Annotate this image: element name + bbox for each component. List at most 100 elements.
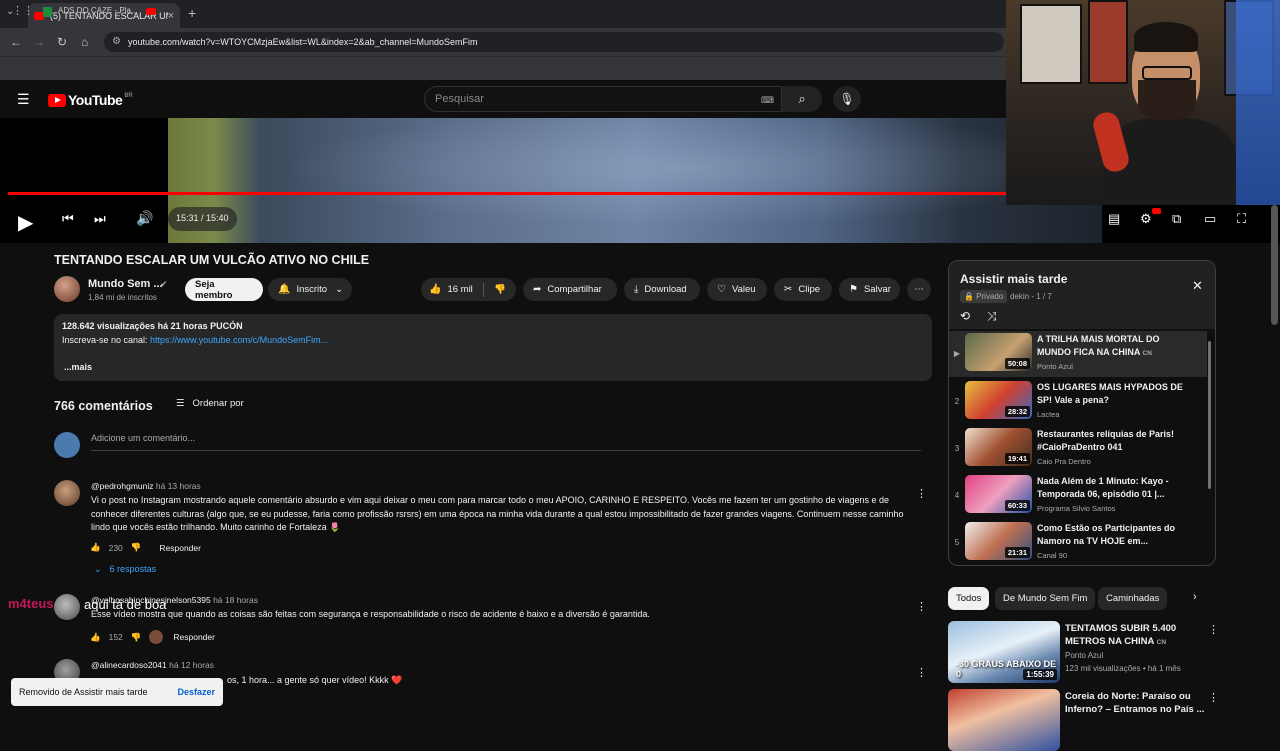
comment-actions: 👍 230 👎 Responder	[90, 542, 209, 553]
recommendation-thumbnail[interactable]	[948, 689, 1060, 751]
comment-avatar[interactable]	[54, 594, 80, 620]
play-icon[interactable]: ▶	[18, 210, 33, 235]
comment-menu-icon[interactable]: ⋮	[916, 487, 927, 500]
search-input[interactable]: Pesquisar	[424, 86, 782, 112]
thanks-button[interactable]: ♡ Valeu	[707, 278, 767, 301]
youtube-logo[interactable]: YouTube BR	[48, 92, 133, 108]
comment-dislike-icon[interactable]: 👎	[131, 632, 142, 643]
comment-author[interactable]: @pedrohgmuniz	[91, 481, 154, 491]
comment-like-icon[interactable]: 👍	[90, 632, 101, 643]
chevron-right-icon[interactable]: ›	[1193, 591, 1197, 603]
video-frame-highlight	[168, 118, 1102, 243]
miniplayer-icon[interactable]: ⧉	[1172, 211, 1181, 227]
search-button[interactable]: ⌕	[782, 86, 822, 112]
apps-grid-icon[interactable]: ⋮⋮	[12, 4, 34, 17]
join-button[interactable]: Seja membro	[185, 278, 263, 301]
chevron-down-icon: ⌄	[335, 284, 344, 295]
recommendation-title[interactable]: TENTAMOS SUBIR 5.400 METROS NA CHINA CN	[1065, 622, 1205, 649]
home-icon[interactable]: ⌂	[81, 35, 88, 49]
playlist-item[interactable]: ▶ 50:08 A TRILHA MAIS MORTAL DO MUNDO FI…	[949, 331, 1207, 377]
comment-like-icon[interactable]: 👍	[90, 542, 101, 553]
like-button[interactable]: 👍 16 mil	[421, 284, 483, 295]
comment-menu-icon[interactable]: ⋮	[916, 600, 927, 613]
undo-button[interactable]: Desfazer	[177, 687, 215, 697]
recommendation-menu-icon[interactable]: ⋮	[1208, 691, 1219, 704]
playlist-item[interactable]: 4 60:33 Nada Além de 1 Minuto: Kayo - Te…	[949, 473, 1207, 519]
share-label: Compartilhar	[547, 284, 602, 295]
new-tab-icon[interactable]: +	[188, 5, 196, 21]
playlist-video-channel: Programa Silvio Santos	[1037, 504, 1116, 513]
subtitles-icon[interactable]: ▤	[1108, 211, 1120, 227]
recommendation-title[interactable]: Coreia do Norte: Paraíso ou Inferno? – E…	[1065, 690, 1205, 716]
download-label: Download	[644, 284, 687, 295]
keyboard-icon[interactable]: ⌨	[761, 95, 774, 106]
playlist-title[interactable]: Assistir mais tarde	[960, 272, 1067, 286]
menu-icon[interactable]: ☰	[17, 91, 30, 108]
comment-time[interactable]: há 13 horas	[156, 481, 201, 491]
site-info-icon[interactable]: ⚙	[112, 36, 121, 47]
comment-time[interactable]: há 12 horas	[169, 660, 214, 670]
bookmark-label[interactable]: ADS DO CAZE - Pla...	[58, 6, 138, 15]
theater-mode-icon[interactable]: ▭	[1204, 211, 1216, 227]
view-replies-button[interactable]: ⌄ 6 respostas	[94, 564, 156, 575]
channel-link[interactable]: https://www.youtube.com/c/MundoSemFim...	[150, 335, 328, 345]
share-button[interactable]: ➦ Compartilhar	[523, 278, 617, 301]
comment-count: 766 comentários	[54, 399, 153, 413]
duration-badge: 1:55:39	[1023, 669, 1057, 680]
comment-time[interactable]: há 18 horas	[213, 595, 258, 605]
comment-menu-icon[interactable]: ⋮	[916, 666, 927, 679]
save-button[interactable]: ⚑ Salvar	[839, 278, 900, 301]
chip-hiking[interactable]: Caminhadas	[1098, 587, 1168, 610]
forward-icon[interactable]: →	[33, 35, 45, 49]
logo-text: YouTube	[68, 92, 123, 108]
playlist-item[interactable]: 5 21:31 Como Estão os Participantes do N…	[949, 520, 1207, 565]
comment-avatar[interactable]	[54, 480, 80, 506]
more-actions-button[interactable]: ⋯	[907, 278, 931, 301]
loop-icon[interactable]: ⟲	[960, 309, 970, 323]
comment-author[interactable]: @alinecardoso2041	[91, 660, 167, 670]
reply-button[interactable]: Responder	[173, 632, 215, 642]
add-comment-input[interactable]: Adicione um comentário...	[91, 433, 921, 451]
sort-button[interactable]: ☰ Ordenar por	[176, 398, 244, 409]
playlist-scrollbar[interactable]	[1208, 341, 1211, 489]
playlist-video-title: Como Estão os Participantes do Namoro na…	[1037, 523, 1176, 546]
playlist-item[interactable]: 2 28:32 OS LUGARES MAIS HYPADOS DE SP! V…	[949, 379, 1207, 425]
duration-badge: 21:31	[1004, 547, 1030, 558]
next-icon[interactable]: ⏭	[94, 211, 106, 227]
back-icon[interactable]: ←	[10, 35, 22, 49]
close-icon[interactable]: ✕	[1192, 278, 1203, 294]
download-button[interactable]: ⤓ Download	[624, 278, 700, 301]
recommendation-menu-icon[interactable]: ⋮	[1208, 623, 1219, 636]
page-scrollbar[interactable]	[1271, 205, 1278, 325]
webcam-overlay	[1006, 0, 1280, 205]
duration-badge: 50:08	[1004, 358, 1030, 369]
chip-channel[interactable]: De Mundo Sem Fim	[995, 587, 1096, 610]
reply-button[interactable]: Responder	[159, 543, 201, 553]
description-box[interactable]: 128.642 visualizações há 21 horas PUCÓN …	[54, 314, 932, 381]
comment-dislike-icon[interactable]: 👎	[131, 542, 142, 553]
save-label: Salvar	[863, 284, 891, 295]
volume-icon[interactable]: 🔊	[136, 210, 153, 227]
reload-icon[interactable]: ↻	[57, 35, 67, 49]
show-more-link[interactable]: ...mais	[64, 362, 92, 372]
comment-like-count: 230	[108, 542, 123, 553]
recommendation-channel[interactable]: Ponto Azul	[1065, 650, 1103, 662]
clip-button[interactable]: ✂ Clipe	[774, 278, 832, 301]
channel-name[interactable]: Mundo Sem ...	[88, 278, 163, 290]
voice-search-button[interactable]: 🎙	[833, 86, 861, 112]
shuffle-icon[interactable]: ⤨	[987, 309, 997, 324]
youtube-bookmark-icon[interactable]	[146, 8, 156, 15]
recommendation-thumbnail[interactable]: -30 GRAUS ABAIXO DE 0 1:55:39	[948, 621, 1060, 683]
fullscreen-icon[interactable]: ⛶	[1237, 211, 1246, 227]
settings-icon[interactable]: ⚙	[1140, 211, 1152, 227]
thanks-label: Valeu	[731, 284, 756, 295]
close-tab-icon[interactable]: ×	[168, 10, 174, 22]
previous-icon[interactable]: ⏮	[62, 211, 74, 227]
chip-all[interactable]: Todos	[948, 587, 990, 610]
subscribed-button[interactable]: 🔔 Inscrito ⌄	[268, 278, 352, 301]
channel-avatar[interactable]	[54, 276, 80, 302]
dislike-button[interactable]: 👎	[484, 284, 516, 295]
playlist-thumbnail: 60:33	[965, 475, 1032, 513]
address-bar[interactable]: ⚙ youtube.com/watch?v=WTOYCMzjaEw&list=W…	[104, 32, 1004, 52]
playlist-item[interactable]: 3 19:41 Restaurantes relíquias de Paris!…	[949, 426, 1207, 472]
